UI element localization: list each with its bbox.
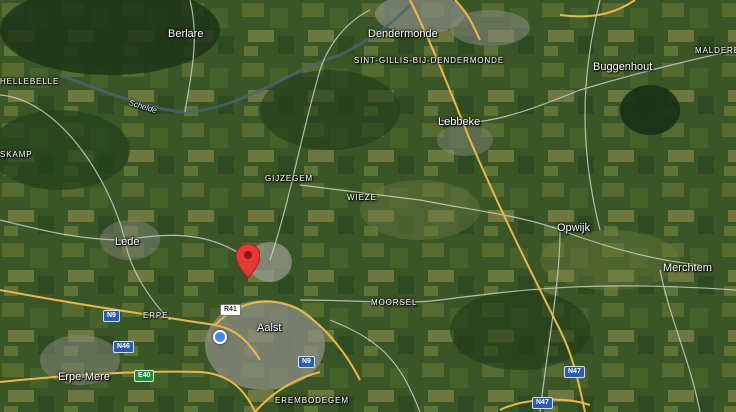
place-label-schellebelle: HELLEBELLE <box>0 77 60 86</box>
place-label-malderen: MALDERE <box>695 46 736 55</box>
place-label-buggenhout: Buggenhout <box>593 61 653 73</box>
satellite-map[interactable]: Berlare Dendermonde SINT-GILLIS-BIJ-DEND… <box>0 0 736 412</box>
place-label-berlare: Berlare <box>168 28 204 40</box>
map-pin-icon[interactable] <box>236 244 260 278</box>
road-shield-n9-south: N9 <box>298 356 315 368</box>
place-label-wichelen-kamp: SKAMP <box>0 150 33 159</box>
road-shield-e40: E40 <box>134 370 155 382</box>
place-label-erpe-mere: Erpe-Mere <box>58 371 110 383</box>
place-label-lebbeke: Lebbeke <box>438 116 481 128</box>
place-label-merchtem: Merchtem <box>663 262 712 274</box>
road-shield-n46: N46 <box>113 341 134 353</box>
place-label-opwijk: Opwijk <box>557 222 591 234</box>
road-shield-r41: R41 <box>220 304 241 316</box>
place-label-wieze: WIEZE <box>347 193 377 202</box>
current-location-icon[interactable] <box>213 330 227 344</box>
road-shield-n9: N9 <box>103 310 120 322</box>
place-label-moorsel: MOORSEL <box>371 298 418 307</box>
place-label-gijzegem: GIJZEGEM <box>265 174 314 183</box>
place-label-aalst: Aalst <box>257 322 282 334</box>
road-shield-n47: N47 <box>564 366 585 378</box>
place-label-lede: Lede <box>115 236 140 248</box>
place-label-sint-gillis: SINT-GILLIS-BIJ-DENDERMONDE <box>354 56 505 65</box>
place-label-erembodegem: EREMBODEGEM <box>275 396 349 405</box>
place-label-dendermonde: Dendermonde <box>368 28 438 40</box>
road-shield-n47-bottom: N47 <box>532 397 553 409</box>
place-label-erpe: ERPE <box>143 311 169 320</box>
